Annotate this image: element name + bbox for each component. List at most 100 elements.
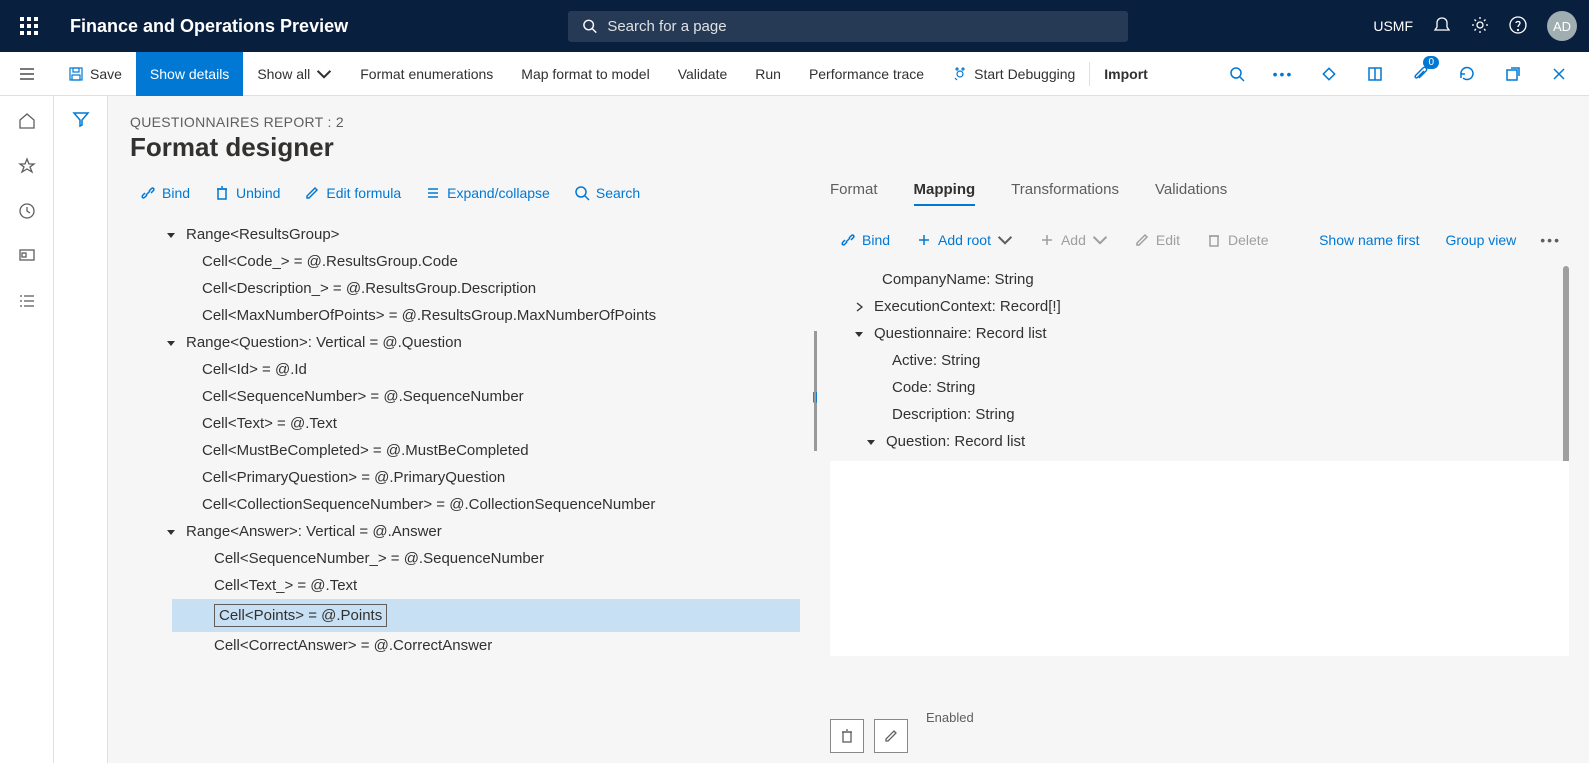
map-row[interactable]: ExecutionContext: Record[!] <box>830 293 1569 320</box>
map-format-button[interactable]: Map format to model <box>507 52 663 96</box>
caret-down-icon[interactable] <box>166 230 180 240</box>
right-panel: Format Mapping Transformations Validatio… <box>830 181 1589 763</box>
mapping-tree[interactable]: CompanyName: String ExecutionContext: Re… <box>830 266 1569 461</box>
home-icon[interactable] <box>18 112 36 133</box>
attach-badge: 0 <box>1423 56 1439 69</box>
show-all-button[interactable]: Show all <box>243 52 346 96</box>
expand-button[interactable]: Expand/collapse <box>415 181 560 205</box>
edit-button: Edit <box>1124 228 1190 252</box>
splitter[interactable]: || <box>800 181 830 763</box>
map-row[interactable]: Question: Record list <box>830 428 1569 455</box>
left-toolbar: Bind Unbind Edit formula Expand/collapse… <box>130 181 800 205</box>
format-enum-button[interactable]: Format enumerations <box>346 52 507 96</box>
splitter-grip-icon[interactable]: || <box>812 391 818 403</box>
tree-label: Cell<CorrectAnswer> = @.CorrectAnswer <box>214 637 492 654</box>
hamburger-icon[interactable] <box>0 65 54 83</box>
tab-validations[interactable]: Validations <box>1155 181 1227 206</box>
tree-label: Range<Question>: Vertical = @.Question <box>186 334 462 351</box>
tree-row[interactable]: Cell<Text> = @.Text <box>130 410 800 437</box>
tree-row[interactable]: Cell<MustBeCompleted> = @.MustBeComplete… <box>130 437 800 464</box>
format-tree[interactable]: Range<ResultsGroup> Cell<Code_> = @.Resu… <box>130 221 800 763</box>
unbind-button[interactable]: Unbind <box>204 181 290 205</box>
caret-down-icon[interactable] <box>166 527 180 537</box>
attach-icon[interactable]: 0 <box>1405 58 1437 90</box>
more-action-icon[interactable]: ••• <box>1267 58 1299 90</box>
import-button[interactable]: Import <box>1090 52 1162 96</box>
run-button[interactable]: Run <box>741 52 795 96</box>
edit-formula-button[interactable]: Edit formula <box>294 181 411 205</box>
breadcrumb: QUESTIONNAIRES REPORT : 2 <box>130 114 1589 130</box>
help-icon[interactable] <box>1509 16 1527 37</box>
search-icon <box>582 18 597 34</box>
gear-icon[interactable] <box>1471 16 1489 37</box>
close-icon[interactable] <box>1543 58 1575 90</box>
caret-down-icon[interactable] <box>166 338 180 348</box>
start-debug-button[interactable]: Start Debugging <box>938 52 1089 96</box>
company-label[interactable]: USMF <box>1373 18 1413 34</box>
tree-row[interactable]: Cell<Points> = @.Points <box>172 599 800 632</box>
map-row[interactable]: CompanyName: String <box>830 266 1569 293</box>
perf-trace-button[interactable]: Performance trace <box>795 52 938 96</box>
map-row[interactable]: Answer: Record list <box>830 455 1569 461</box>
tree-row[interactable]: Cell<SequenceNumber> = @.SequenceNumber <box>130 383 800 410</box>
tree-row[interactable]: Cell<SequenceNumber_> = @.SequenceNumber <box>130 545 800 572</box>
map-row[interactable]: Code: String <box>830 374 1569 401</box>
caret-down-icon[interactable] <box>854 329 868 339</box>
caret-down-icon[interactable] <box>866 437 880 447</box>
show-details-button[interactable]: Show details <box>136 52 243 96</box>
tree-row[interactable]: Cell<Description_> = @.ResultsGroup.Desc… <box>130 275 800 302</box>
tab-transformations[interactable]: Transformations <box>1011 181 1119 206</box>
tree-row[interactable]: Cell<CollectionSequenceNumber> = @.Colle… <box>130 491 800 518</box>
popout-icon[interactable] <box>1497 58 1529 90</box>
clock-icon[interactable] <box>18 202 36 223</box>
avatar[interactable]: AD <box>1547 11 1577 41</box>
map-label: ExecutionContext: Record[!] <box>874 298 1061 315</box>
bind-button[interactable]: Bind <box>830 228 900 252</box>
delete-box-button[interactable] <box>830 719 864 753</box>
bind-button[interactable]: Bind <box>130 181 200 205</box>
search-action-icon[interactable] <box>1221 58 1253 90</box>
tree-row[interactable]: Cell<Code_> = @.ResultsGroup.Code <box>130 248 800 275</box>
chevron-down-icon <box>997 232 1013 248</box>
caret-right-icon[interactable] <box>854 302 868 312</box>
validate-button[interactable]: Validate <box>664 52 742 96</box>
bell-icon[interactable] <box>1433 16 1451 37</box>
add-root-button[interactable]: Add root <box>906 228 1023 252</box>
funnel-icon[interactable] <box>72 110 90 763</box>
map-row[interactable]: Active: String <box>830 347 1569 374</box>
waffle-icon[interactable] <box>12 9 46 43</box>
map-format-label: Map format to model <box>521 66 649 82</box>
group-view-button[interactable]: Group view <box>1435 228 1526 252</box>
search-box[interactable] <box>568 11 1128 42</box>
tree-row[interactable]: Range<Question>: Vertical = @.Question <box>130 329 800 356</box>
tree-row[interactable]: Cell<CorrectAnswer> = @.CorrectAnswer <box>130 632 800 659</box>
edit-box-button[interactable] <box>874 719 908 753</box>
map-row[interactable]: Questionnaire: Record list <box>830 320 1569 347</box>
search-input[interactable] <box>607 18 1114 35</box>
search-button[interactable]: Search <box>564 181 650 205</box>
delete-label: Delete <box>1228 232 1268 248</box>
modules-icon[interactable] <box>18 292 36 313</box>
action-bar: Save Show details Show all Format enumer… <box>0 52 1589 96</box>
map-icon[interactable] <box>1359 58 1391 90</box>
tree-row[interactable]: Range<Answer>: Vertical = @.Answer <box>130 518 800 545</box>
tab-mapping[interactable]: Mapping <box>914 181 976 206</box>
scrollbar[interactable] <box>1563 266 1569 461</box>
tree-label: Cell<Points> = @.Points <box>214 604 387 627</box>
tree-row[interactable]: Cell<Id> = @.Id <box>130 356 800 383</box>
save-button[interactable]: Save <box>54 52 136 96</box>
tree-row[interactable]: Cell<Text_> = @.Text <box>130 572 800 599</box>
star-icon[interactable] <box>18 157 36 178</box>
map-row[interactable]: Description: String <box>830 401 1569 428</box>
text-input-area[interactable] <box>830 461 1569 656</box>
workspace-icon[interactable] <box>18 247 36 268</box>
tree-row[interactable]: Range<ResultsGroup> <box>130 221 800 248</box>
more-icon[interactable]: ••• <box>1532 232 1569 248</box>
tab-format[interactable]: Format <box>830 181 878 206</box>
show-name-button[interactable]: Show name first <box>1309 228 1429 252</box>
tree-row[interactable]: Cell<MaxNumberOfPoints> = @.ResultsGroup… <box>130 302 800 329</box>
diamond-icon[interactable] <box>1313 58 1345 90</box>
refresh-icon[interactable] <box>1451 58 1483 90</box>
tree-label: Cell<SequenceNumber> = @.SequenceNumber <box>202 388 524 405</box>
tree-row[interactable]: Cell<PrimaryQuestion> = @.PrimaryQuestio… <box>130 464 800 491</box>
